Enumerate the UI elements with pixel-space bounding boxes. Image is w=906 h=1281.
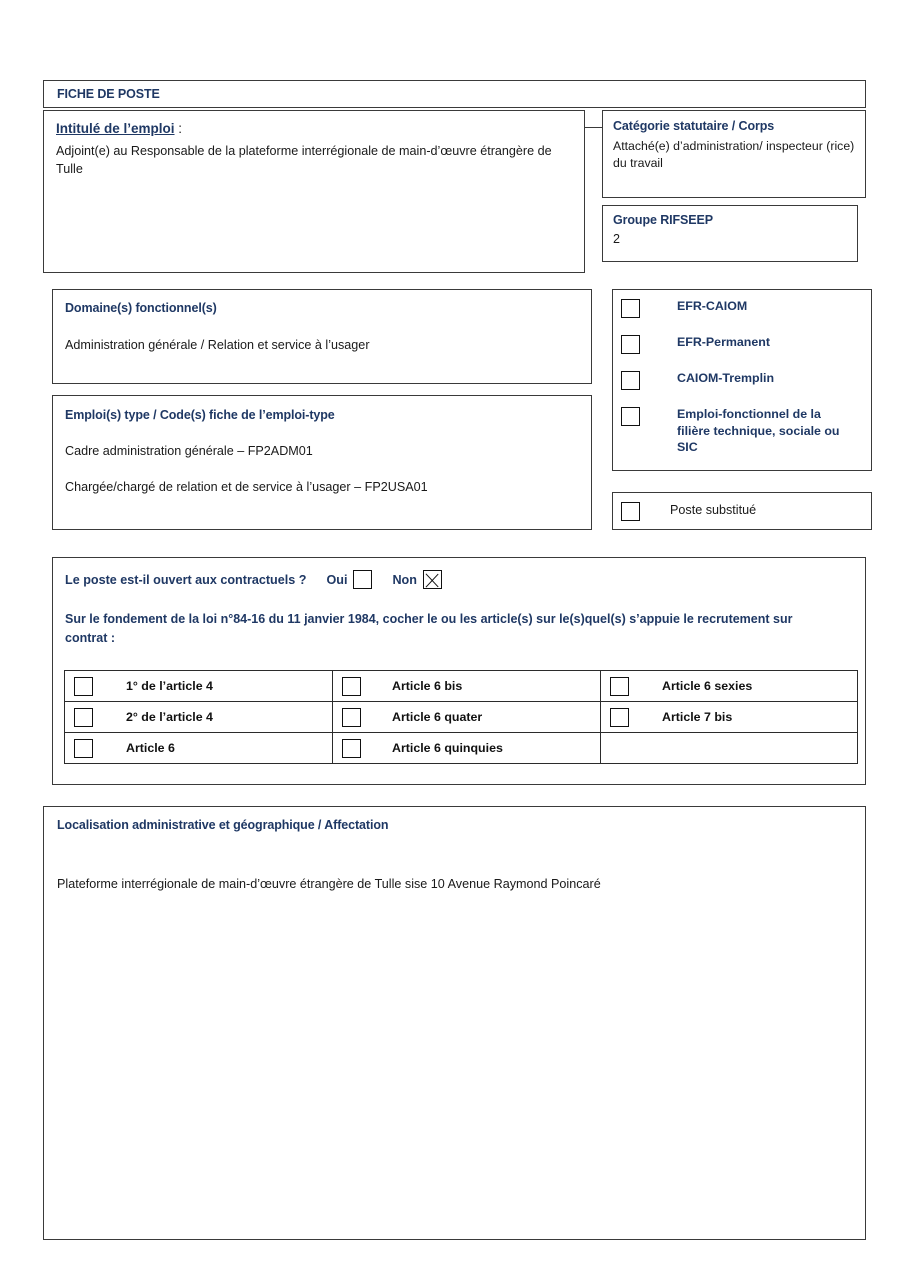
table-row: Article 6 Article 6 quinquies — [64, 732, 858, 764]
job-title-heading: Intitulé de l’emploi : — [56, 121, 182, 136]
checkbox-icon[interactable] — [342, 707, 361, 727]
job-title-heading-colon: : — [174, 121, 183, 136]
job-type-code-2: Chargée/chargé de relation et de service… — [65, 480, 428, 494]
page-title: FICHE DE POSTE — [57, 87, 160, 101]
checkbox-icon[interactable] — [342, 676, 361, 696]
statutory-category-label: Catégorie statutaire / Corps — [613, 119, 775, 133]
contractuels-question-label: Le poste est-il ouvert aux contractuels … — [65, 572, 307, 587]
statutory-category-value: Attaché(e) d’administration/ inspecteur … — [613, 139, 855, 171]
location-value: Plateforme interrégionale de main-d’œuvr… — [57, 877, 601, 891]
article-label: Article 6 quater — [392, 710, 483, 724]
location-box: Localisation administrative et géographi… — [43, 806, 866, 1240]
articles-table: 1° de l’article 4 Article 6 bis Article … — [64, 670, 858, 764]
checkbox-checked-icon[interactable] — [422, 570, 442, 589]
checkbox-icon[interactable] — [621, 299, 640, 318]
checkbox-icon[interactable] — [610, 707, 629, 727]
checkbox-icon[interactable] — [353, 570, 373, 589]
connector-line — [585, 127, 603, 128]
functional-domain-value: Administration générale / Relation et se… — [65, 338, 370, 352]
job-type-box: Emploi(s) type / Code(s) fiche de l’empl… — [52, 395, 592, 530]
contractuels-section-box: Le poste est-il ouvert aux contractuels … — [52, 557, 866, 785]
efr-option-label: CAIOM-Tremplin — [677, 371, 775, 385]
table-row: 2° de l’article 4 Article 6 quater Artic… — [64, 701, 858, 733]
article-cell[interactable]: Article 6 quater — [332, 701, 601, 733]
job-title-value: Adjoint(e) au Responsable de la platefor… — [56, 144, 552, 177]
article-cell[interactable]: Article 6 bis — [332, 670, 601, 702]
efr-option-label: Emploi-fonctionnel de la filière techniq… — [677, 407, 840, 455]
checkbox-icon[interactable] — [74, 707, 93, 727]
efr-option-emploi-fonctionnel[interactable]: Emploi-fonctionnel de la filière techniq… — [621, 406, 855, 456]
checkbox-icon[interactable] — [621, 371, 640, 390]
checkbox-icon[interactable] — [621, 335, 640, 354]
efr-option-efr-caiom[interactable]: EFR-CAIOM — [621, 298, 855, 318]
efr-option-efr-permanent[interactable]: EFR-Permanent — [621, 334, 855, 354]
article-label: Article 6 quinquies — [392, 741, 503, 755]
article-cell[interactable]: 2° de l’article 4 — [64, 701, 333, 733]
rifseep-group-value: 2 — [613, 232, 621, 246]
statutory-category-box: Catégorie statutaire / Corps Attaché(e) … — [602, 110, 866, 198]
job-title-box: Intitulé de l’emploi : Adjoint(e) au Res… — [43, 110, 585, 273]
checkbox-icon[interactable] — [610, 676, 629, 696]
article-cell[interactable]: Article 6 — [64, 732, 333, 764]
article-label: Article 6 sexies — [662, 679, 753, 693]
article-label: 1° de l’article 4 — [126, 679, 213, 693]
efr-options-box: EFR-CAIOM EFR-Permanent CAIOM-Tremplin E… — [612, 289, 872, 471]
efr-option-label: EFR-Permanent — [677, 335, 770, 349]
article-cell[interactable]: Article 6 sexies — [600, 670, 858, 702]
efr-option-label: EFR-CAIOM — [677, 299, 748, 313]
article-cell[interactable]: Article 6 quinquies — [332, 732, 601, 764]
checkbox-icon[interactable] — [342, 738, 361, 758]
article-cell[interactable]: 1° de l’article 4 — [64, 670, 333, 702]
article-label: 2° de l’article 4 — [126, 710, 213, 724]
contractuels-legal-note: Sur le fondement de la loi n°84-16 du 11… — [65, 612, 793, 646]
checkbox-icon[interactable] — [74, 676, 93, 696]
location-label: Localisation administrative et géographi… — [57, 818, 389, 832]
contractuels-yes-label: Oui — [326, 572, 348, 587]
article-label: Article 6 bis — [392, 679, 463, 693]
fiche-de-poste-page: FICHE DE POSTE Intitulé de l’emploi : Ad… — [0, 0, 906, 1281]
job-type-code-1: Cadre administration générale – FP2ADM01 — [65, 444, 313, 458]
checkbox-icon[interactable] — [621, 502, 640, 521]
article-cell-empty — [600, 732, 858, 764]
rifseep-group-box: Groupe RIFSEEP 2 — [602, 205, 858, 262]
contractuels-question-row: Le poste est-il ouvert aux contractuels … — [65, 570, 442, 589]
functional-domain-label: Domaine(s) fonctionnel(s) — [65, 301, 217, 315]
document-header-band: FICHE DE POSTE — [43, 80, 866, 108]
checkbox-icon[interactable] — [74, 738, 93, 758]
poste-substitue-label: Poste substitué — [670, 503, 757, 517]
functional-domain-box: Domaine(s) fonctionnel(s) Administration… — [52, 289, 592, 384]
checkbox-icon[interactable] — [621, 407, 640, 426]
article-label: Article 7 bis — [662, 710, 733, 724]
article-cell[interactable]: Article 7 bis — [600, 701, 858, 733]
article-label: Article 6 — [126, 741, 175, 755]
table-row: 1° de l’article 4 Article 6 bis Article … — [64, 670, 858, 702]
job-title-heading-label: Intitulé de l’emploi — [56, 121, 175, 136]
job-type-label: Emploi(s) type / Code(s) fiche de l’empl… — [65, 408, 335, 422]
poste-substitue-box[interactable]: Poste substitué — [612, 492, 872, 530]
contractuels-no-label: Non — [392, 572, 417, 587]
efr-option-caiom-tremplin[interactable]: CAIOM-Tremplin — [621, 370, 855, 390]
rifseep-group-label: Groupe RIFSEEP — [613, 213, 714, 227]
